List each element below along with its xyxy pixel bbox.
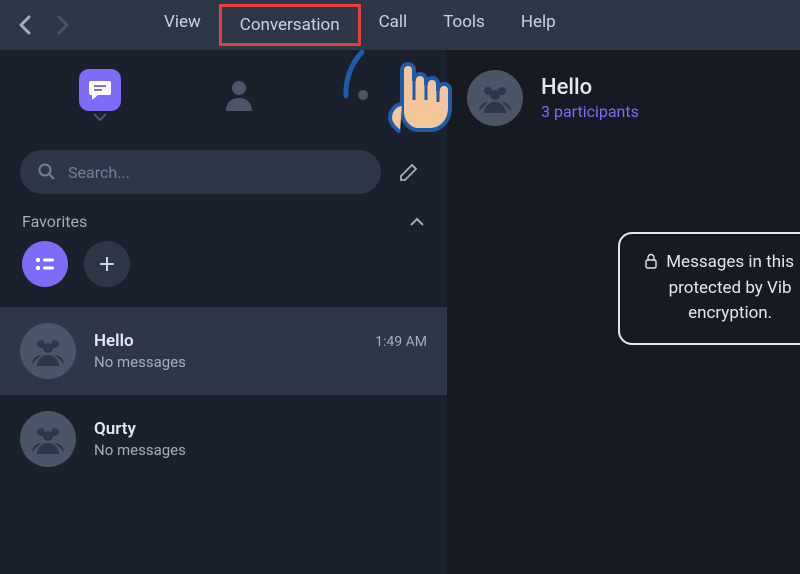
conversation-panel: Hello 3 participants Messages in this pr… <box>447 50 800 574</box>
chat-item[interactable]: Qurty No messages <box>0 395 447 483</box>
favorites-row <box>0 237 447 307</box>
conversation-header: Hello 3 participants <box>467 70 800 126</box>
back-button[interactable] <box>10 10 40 40</box>
person-icon <box>218 74 260 116</box>
lock-icon <box>644 253 658 269</box>
tab-chats[interactable] <box>79 69 121 121</box>
group-icon <box>477 83 513 113</box>
search-icon <box>38 163 56 181</box>
favorite-add[interactable] <box>84 241 130 287</box>
group-icon <box>20 323 76 379</box>
compose-icon <box>398 161 420 183</box>
chat-item[interactable]: Hello 1:49 AM No messages <box>0 307 447 395</box>
forward-button[interactable] <box>48 10 78 40</box>
favorites-header[interactable]: Favorites <box>0 204 447 237</box>
chat-list: Hello 1:49 AM No messages Qurty No messages <box>0 307 447 574</box>
menu-item-help[interactable]: Help <box>503 4 574 46</box>
dot-icon <box>358 90 368 100</box>
plus-icon <box>97 254 117 274</box>
group-icon <box>20 411 76 467</box>
main-container: Favorites Hello 1:49 AM No messages Qurty No… <box>0 50 800 574</box>
chat-subtitle: No messages <box>94 353 427 371</box>
menu-item-call[interactable]: Call <box>361 4 426 46</box>
chevron-up-icon <box>409 217 425 227</box>
search-row <box>0 140 447 204</box>
menu-item-conversation[interactable]: Conversation <box>219 4 361 46</box>
chat-subtitle: No messages <box>94 441 427 459</box>
sidebar: Favorites Hello 1:49 AM No messages Qurty No… <box>0 50 447 574</box>
menu-bar: ViewConversationCallToolsHelp <box>0 0 800 50</box>
chat-name: Hello <box>94 331 134 351</box>
menu-item-tools[interactable]: Tools <box>425 4 503 46</box>
encryption-line1: Messages in this <box>666 250 794 276</box>
notes-icon <box>33 254 57 274</box>
search-input[interactable] <box>68 163 363 182</box>
encryption-line3: encryption. <box>666 301 794 327</box>
chat-name: Qurty <box>94 419 136 439</box>
conversation-avatar[interactable] <box>467 70 523 126</box>
compose-button[interactable] <box>391 154 427 190</box>
encryption-line2: protected by Vib <box>666 276 794 302</box>
encryption-info: Messages in this protected by Vib encryp… <box>618 232 800 345</box>
favorite-my-notes[interactable] <box>22 241 68 287</box>
sidebar-tabs <box>0 50 447 140</box>
menu-item-view[interactable]: View <box>146 4 219 46</box>
conversation-participants[interactable]: 3 participants <box>541 102 639 121</box>
conversation-title: Hello <box>541 75 639 100</box>
favorites-label: Favorites <box>22 212 87 231</box>
chat-icon <box>79 69 121 111</box>
chat-time: 1:49 AM <box>375 334 427 350</box>
tab-contacts[interactable] <box>218 74 260 116</box>
chevron-down-icon <box>93 113 107 121</box>
search-box[interactable] <box>20 150 381 194</box>
tab-more[interactable] <box>358 90 368 100</box>
